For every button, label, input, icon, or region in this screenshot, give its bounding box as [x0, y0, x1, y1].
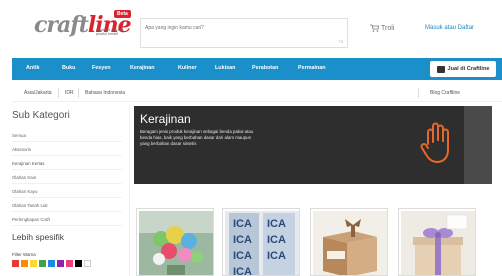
nav-item-perabotan[interactable]: Perabotan — [252, 65, 278, 71]
color-swatches — [12, 260, 91, 267]
svg-text:ICA: ICA — [267, 250, 286, 262]
sidebar-item-olahan-tanah-liat[interactable]: Olahan Tanah Liat — [12, 200, 122, 212]
sidebar: Sub Kategori Semua Aksesoris Kerajinan K… — [12, 106, 130, 276]
sidebar-item-olahan-kain[interactable]: Olahan Kain — [12, 172, 122, 184]
color-swatch[interactable] — [66, 260, 73, 267]
color-swatch[interactable] — [57, 260, 64, 267]
nav-item-permainan[interactable]: Permainan — [298, 65, 326, 71]
sidebar-item-olahan-kayu[interactable]: Olahan Kayu — [12, 186, 122, 198]
search-count: 73 — [338, 39, 343, 44]
cart-icon — [370, 24, 379, 32]
product-card[interactable] — [136, 208, 214, 276]
svg-text:ICA: ICA — [233, 234, 252, 246]
nav-item-buku[interactable]: Buku — [62, 65, 75, 71]
color-swatch[interactable] — [30, 260, 37, 267]
trolley-link[interactable]: Troli — [370, 24, 394, 32]
product-card[interactable]: ICA ICA ICA ICA ICA ICA ICA — [222, 208, 300, 276]
currency-selector[interactable]: IDR — [65, 90, 74, 96]
logo-tagline: panduan jual beli produk kreatif — [96, 28, 124, 36]
color-swatch[interactable] — [48, 260, 55, 267]
color-swatch[interactable] — [39, 260, 46, 267]
color-swatch[interactable] — [84, 260, 91, 267]
nav-item-antik[interactable]: Antik — [26, 65, 39, 71]
page: craftline Beta panduan jual beli produk … — [0, 0, 502, 276]
nav-item-kuliner[interactable]: Kuliner — [178, 65, 197, 71]
trolley-label: Troli — [381, 24, 395, 32]
svg-text:ICA: ICA — [233, 250, 252, 262]
nav-item-fesyen[interactable]: Fesyen — [92, 65, 111, 71]
search-input[interactable] — [145, 23, 335, 33]
product-card[interactable] — [310, 208, 388, 276]
svg-text:ICA: ICA — [267, 234, 286, 246]
header: craftline Beta panduan jual beli produk … — [0, 0, 502, 56]
product-card[interactable] — [398, 208, 476, 276]
color-filter-label: Filter Warna — [12, 252, 36, 257]
sidebar-item-perlengkapan-craft[interactable]: Perlengkapan Craft — [12, 214, 122, 226]
nav-item-lukisan[interactable]: Lukisan — [215, 65, 235, 71]
more-specific-title: Lebih spesifik — [12, 232, 65, 242]
banner-panel: Kerajinan Beragam jenis produk kerajinan… — [134, 106, 464, 184]
subcategory-title: Sub Kategori — [12, 110, 70, 121]
svg-text:ICA: ICA — [233, 266, 252, 276]
banner-title: Kerajinan — [140, 112, 191, 126]
nav-item-kerajinan[interactable]: Kerajinan — [130, 65, 155, 71]
banner-description: Beragam jenis produk kerajinan sebagai b… — [140, 129, 254, 146]
color-swatch[interactable] — [75, 260, 82, 267]
color-swatch[interactable] — [12, 260, 19, 267]
timezone-selector[interactable]: Asia/Jakarta — [24, 90, 52, 96]
color-swatch[interactable] — [21, 260, 28, 267]
product-image-bouquet — [139, 211, 213, 275]
login-link[interactable]: Masuk atau Daftar — [425, 25, 474, 31]
product-image-gift-box — [313, 211, 387, 275]
category-banner: Kerajinan Beragam jenis produk kerajinan… — [134, 106, 492, 184]
divider — [418, 88, 419, 98]
svg-text:ICA: ICA — [233, 218, 252, 230]
beta-badge: Beta — [114, 10, 131, 18]
blog-link[interactable]: Blog Craftline — [430, 90, 460, 96]
category-navbar: Antik Buku Fesyen Kerajinan Kuliner Luki… — [12, 58, 502, 80]
search-box[interactable]: 73 — [140, 18, 348, 48]
divider — [58, 88, 59, 98]
language-selector[interactable]: Bahasa Indonesia — [85, 90, 125, 96]
product-image-ica-stickers: ICA ICA ICA ICA ICA ICA ICA — [225, 211, 299, 276]
svg-text:ICA: ICA — [267, 218, 286, 230]
product-image-ribbon-box — [401, 211, 475, 275]
sell-button[interactable]: Jual di Craftline — [430, 61, 496, 77]
hand-icon — [420, 122, 449, 163]
sidebar-item-semua[interactable]: Semua — [12, 130, 122, 142]
sell-button-label: Jual di Craftline — [447, 66, 490, 72]
store-icon — [436, 65, 445, 73]
locale-bar: Asia/Jakarta IDR Bahasa Indonesia Blog C… — [12, 84, 502, 102]
sidebar-item-aksesoris[interactable]: Aksesoris — [12, 144, 122, 156]
sidebar-item-kerajinan-kertas[interactable]: Kerajinan Kertas — [12, 158, 122, 170]
craftline-logo[interactable]: craftline Beta panduan jual beli produk … — [34, 10, 132, 42]
divider — [78, 88, 79, 98]
